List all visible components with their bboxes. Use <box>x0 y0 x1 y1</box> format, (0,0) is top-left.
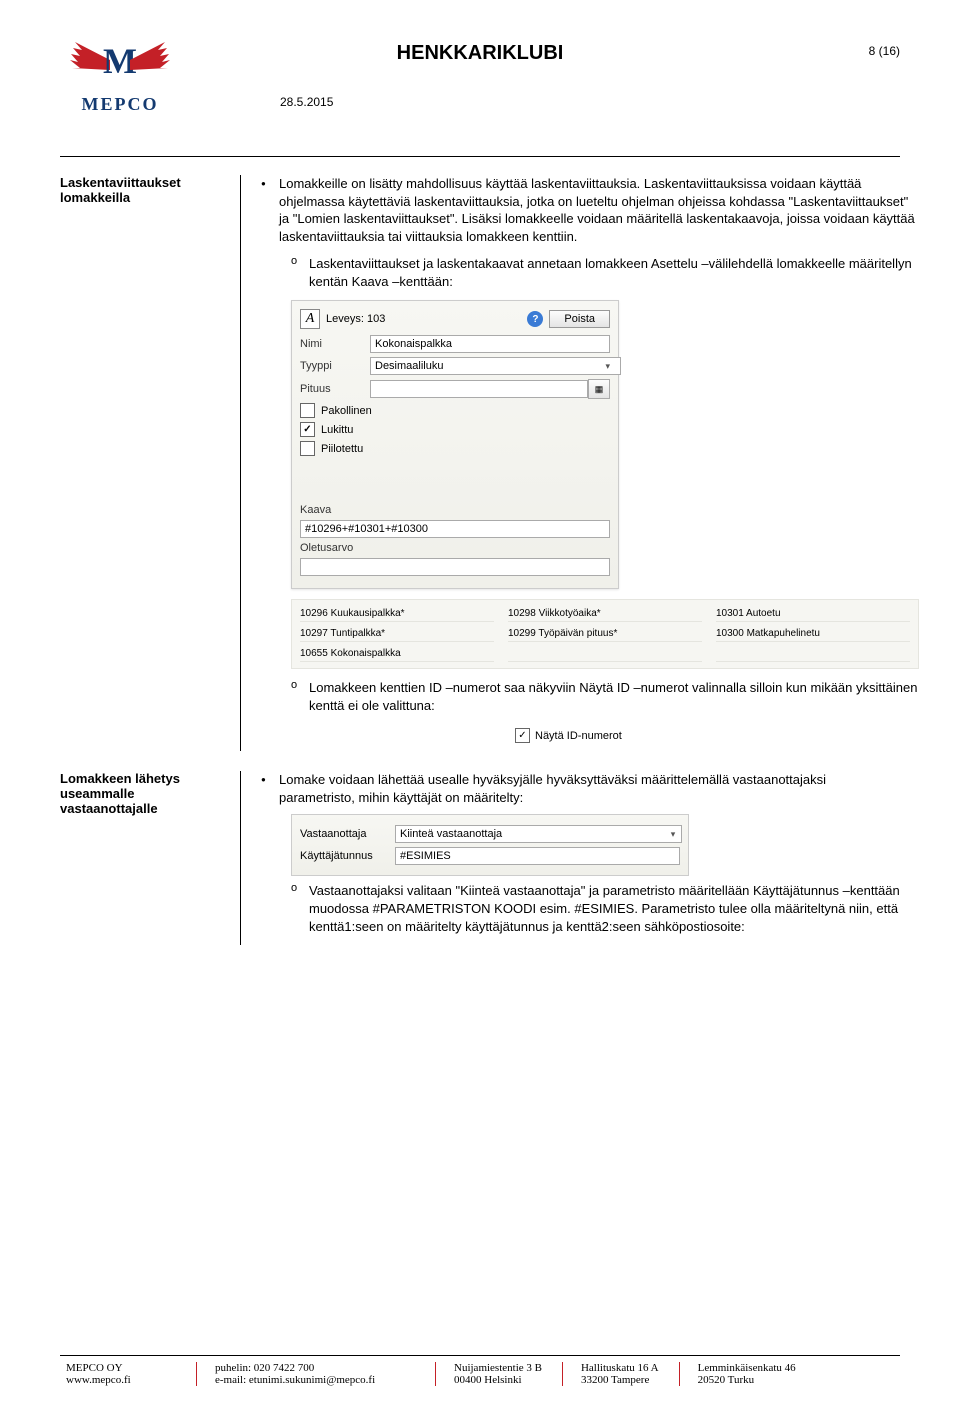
recipient-panel: Vastaanottaja ▾ Käyttäjätunnus <box>291 814 689 876</box>
field-cell[interactable]: 10299 Työpäivän pituus* <box>508 626 702 642</box>
pituus-field[interactable] <box>370 380 588 398</box>
pakollinen-label: Pakollinen <box>321 405 372 417</box>
footer-addr3a: Lemminkäisenkatu 46 <box>698 1362 796 1374</box>
kayttajatunnus-label: Käyttäjätunnus <box>300 850 395 862</box>
oletus-field[interactable] <box>300 558 610 576</box>
piilotettu-label: Piilotettu <box>321 443 363 455</box>
bullet-icon <box>261 771 279 784</box>
footer-sep <box>196 1362 197 1386</box>
section1-heading: Laskentaviittaukset lomakkeilla <box>60 175 240 205</box>
oletus-label: Oletusarvo <box>300 542 610 554</box>
lukittu-checkbox[interactable] <box>300 422 315 437</box>
field-cell <box>716 646 910 662</box>
leveys-value: 103 <box>367 313 385 325</box>
document-date: 28.5.2015 <box>280 95 900 109</box>
footer-company: MEPCO OY <box>66 1362 176 1374</box>
tyyppi-label: Tyyppi <box>300 360 370 372</box>
vastaanottaja-select[interactable] <box>395 825 682 843</box>
leveys-label: Leveys: <box>326 313 364 325</box>
lukittu-label: Lukittu <box>321 424 353 436</box>
section2-sub1: Vastaanottajaksi valitaan "Kiinteä vasta… <box>309 882 900 935</box>
calculator-icon[interactable]: ▦ <box>588 379 610 399</box>
field-cell[interactable]: 10300 Matkapuhelinetu <box>716 626 910 642</box>
page-number: 8 (16) <box>869 44 900 58</box>
kaava-label: Kaava <box>300 504 610 516</box>
footer-addr3b: 20520 Turku <box>698 1374 796 1386</box>
header-divider <box>60 156 900 157</box>
footer-url: www.mepco.fi <box>66 1374 176 1386</box>
footer-phone: puhelin: 020 7422 700 <box>215 1362 415 1374</box>
footer-addr2b: 33200 Tampere <box>581 1374 659 1386</box>
page-header: M MEPCO HENKKARIKLUBI 28.5.2015 8 (16) <box>60 40 900 150</box>
pakollinen-checkbox[interactable] <box>300 403 315 418</box>
footer-sep <box>562 1362 563 1386</box>
footer-sep <box>679 1362 680 1386</box>
kayttajatunnus-field[interactable] <box>395 847 680 865</box>
nimi-field[interactable] <box>370 335 610 353</box>
bullet-icon <box>261 175 279 188</box>
sub-bullet-icon <box>291 882 309 894</box>
field-cell[interactable]: 10301 Autoetu <box>716 606 910 622</box>
pituus-label: Pituus <box>300 383 370 395</box>
show-id-checkbox[interactable]: ✓ <box>515 728 530 743</box>
footer-divider <box>60 1355 900 1356</box>
field-cell[interactable]: 10298 Viikkotyöaika* <box>508 606 702 622</box>
section2-heading: Lomakkeen lähetys useammalle vastaanotta… <box>60 771 240 816</box>
poista-button[interactable]: Poista <box>549 310 610 328</box>
field-id-list: 10296 Kuukausipalkka* 10298 Viikkotyöaik… <box>291 599 919 669</box>
field-definition-panel: A Leveys: 103 ? Poista Nimi Tyyppi ▾ <box>291 300 619 589</box>
sub-bullet-icon <box>291 679 309 691</box>
footer-sep <box>435 1362 436 1386</box>
page-footer: MEPCO OY www.mepco.fi puhelin: 020 7422 … <box>60 1355 900 1386</box>
footer-addr1a: Nuijamiestentie 3 B <box>454 1362 542 1374</box>
nimi-label: Nimi <box>300 338 370 350</box>
piilotettu-checkbox[interactable] <box>300 441 315 456</box>
vastaanottaja-label: Vastaanottaja <box>300 828 395 840</box>
show-id-label: Näytä ID-numerot <box>535 730 622 742</box>
help-icon[interactable]: ? <box>527 311 543 327</box>
font-icon[interactable]: A <box>300 309 320 329</box>
section1-sub2: Lomakkeen kenttien ID –numerot saa näkyv… <box>309 679 919 714</box>
sub-bullet-icon <box>291 255 309 267</box>
field-cell[interactable]: 10297 Tuntipalkka* <box>300 626 494 642</box>
footer-addr2a: Hallituskatu 16 A <box>581 1362 659 1374</box>
field-cell[interactable]: 10655 Kokonaispalkka <box>300 646 494 662</box>
section1-text: Lomakkeille on lisätty mahdollisuus käyt… <box>279 175 919 245</box>
kaava-field[interactable] <box>300 520 610 538</box>
footer-addr1b: 00400 Helsinki <box>454 1374 542 1386</box>
field-cell[interactable]: 10296 Kuukausipalkka* <box>300 606 494 622</box>
footer-email: e-mail: etunimi.sukunimi@mepco.fi <box>215 1374 415 1386</box>
section1-sub1: Laskentaviittaukset ja laskentakaavat an… <box>309 255 919 290</box>
section2-text: Lomake voidaan lähettää usealle hyväksyj… <box>279 771 900 806</box>
show-id-checkbox-row: ✓ Näytä ID-numerot <box>509 724 671 747</box>
tyyppi-select[interactable] <box>370 357 621 375</box>
field-cell <box>508 646 702 662</box>
document-title: HENKKARIKLUBI <box>60 42 900 65</box>
